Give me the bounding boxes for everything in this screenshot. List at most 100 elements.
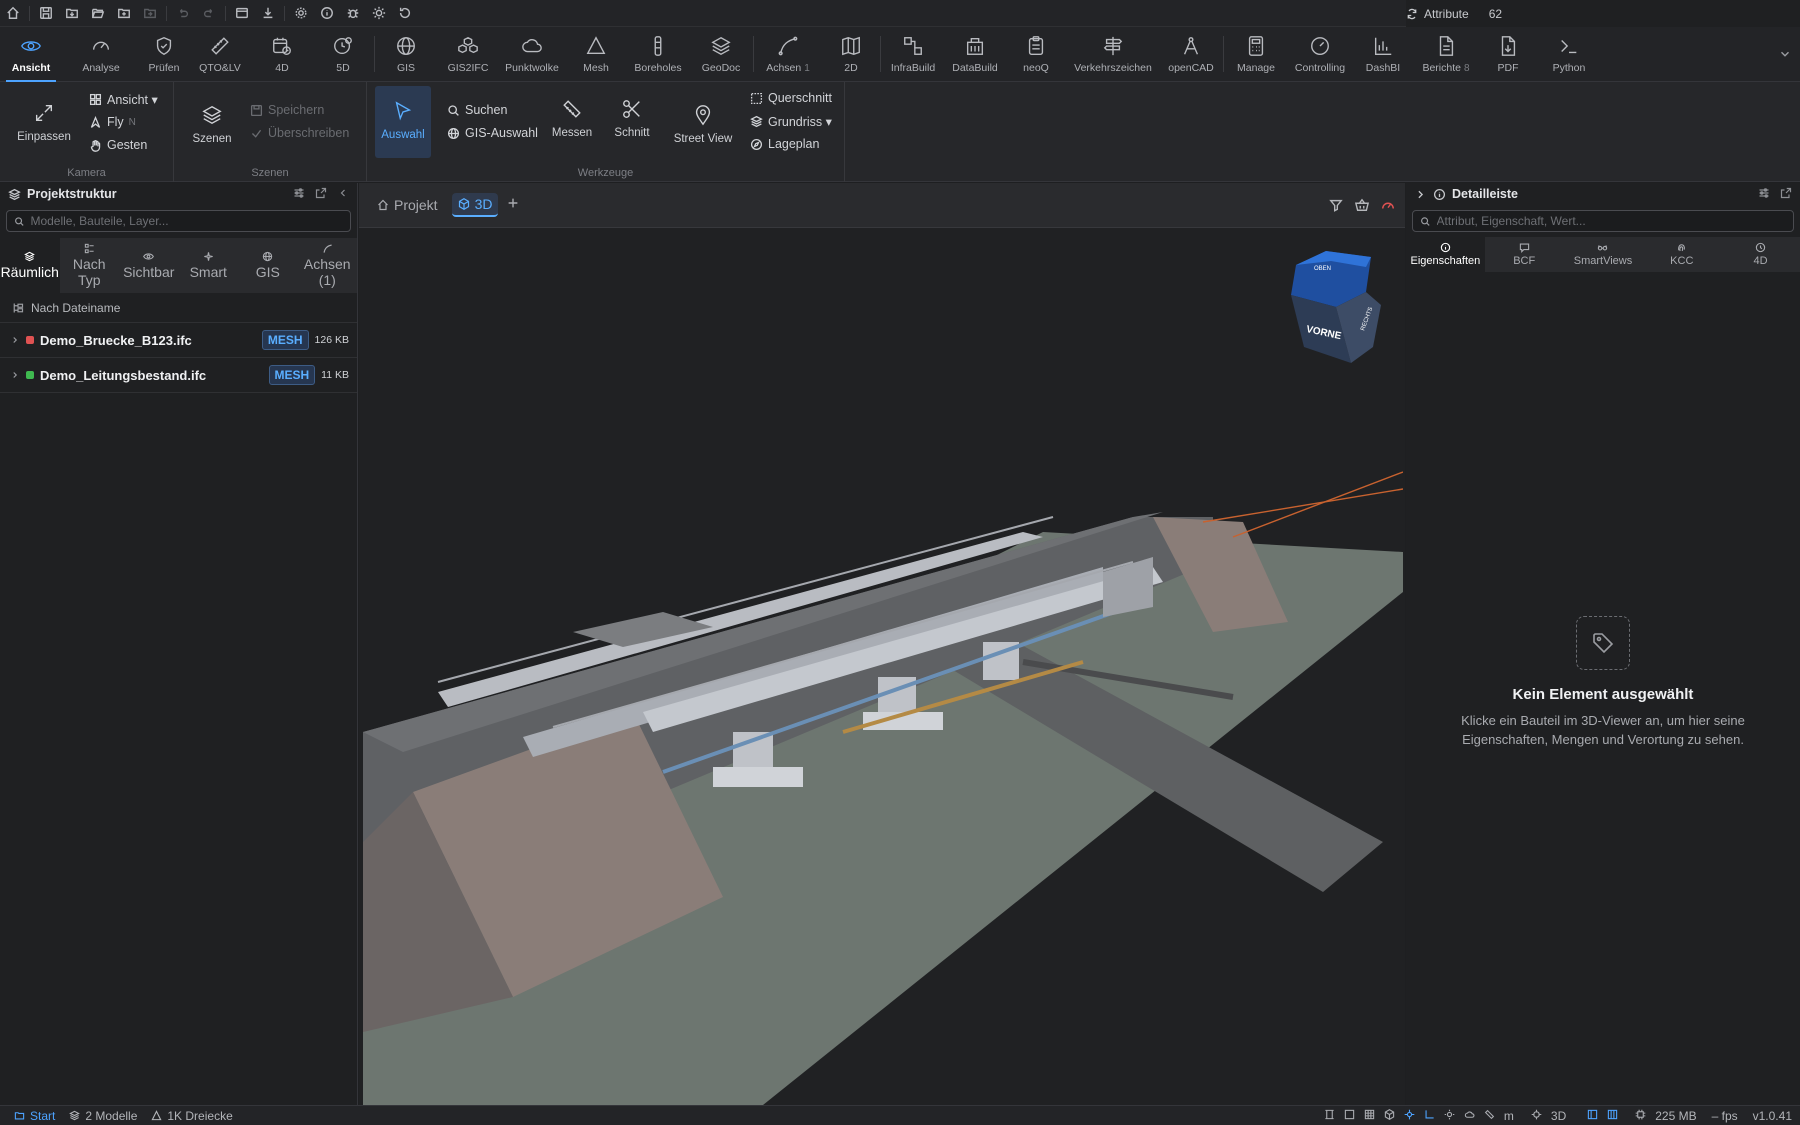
tab-smartviews[interactable]: SmartViews [1564,237,1643,272]
window-icon[interactable] [229,0,255,27]
chevron-right-icon[interactable] [10,335,20,345]
tab-nach-typ[interactable]: Nach Typ [60,238,120,293]
chevron-right-icon[interactable] [10,370,20,380]
tab-qto-lv[interactable]: QTO&LV [188,27,252,82]
tab-3d[interactable]: 3D [451,193,499,217]
tab-manage[interactable]: Manage [1224,27,1288,82]
file-row[interactable]: Demo_Leitungsbestand.ifc MESH 11 KB [0,358,357,393]
file-row[interactable]: Demo_Bruecke_B123.ifc MESH 126 KB [0,323,357,358]
3d-scene[interactable]: OBEN VORNE RECHTS [363,232,1403,1105]
tab-infrabuild[interactable]: InfraBuild [881,27,945,82]
sliders-icon[interactable] [1758,187,1770,199]
open-folder-icon[interactable] [85,0,111,27]
tab-4d[interactable]: 4D [252,27,312,82]
basket-icon[interactable] [1355,198,1369,212]
info-icon[interactable] [314,0,340,27]
folder-export-icon[interactable] [137,0,163,27]
filter-icon[interactable] [1329,198,1343,212]
tab-achsen[interactable]: Achsen 1 [754,27,822,82]
search-tool-button[interactable]: Suchen [447,103,507,117]
tab-verkehrszeichen[interactable]: Verkehrszeichen [1067,27,1159,82]
view-dropdown[interactable]: Ansicht ▾ [89,92,158,107]
site-plan-button[interactable]: Lageplan [750,137,819,151]
tab-berichte[interactable]: Berichte 8 [1414,27,1478,82]
tab-raeumlich[interactable]: Räumlich [0,238,60,293]
tab-ansicht[interactable]: Ansicht [0,27,62,82]
grid-icon[interactable] [1364,1109,1375,1123]
tab-databuild[interactable]: DataBuild [945,27,1005,82]
tab-projekt[interactable]: Projekt [371,194,444,216]
tab-5d[interactable]: 5D [312,27,374,82]
tab-geodoc[interactable]: GeoDoc [689,27,753,82]
chevron-right-icon[interactable] [1414,188,1427,201]
folder-add-icon[interactable] [111,0,137,27]
popout-icon[interactable] [315,187,327,199]
ribbon-collapse-button[interactable] [1778,47,1792,61]
tab-achsen[interactable]: Achsen (1) [298,238,358,293]
tab-pdf[interactable]: PDF [1478,27,1538,82]
tab-kcc[interactable]: KCC [1642,237,1721,272]
tab-eigenschaften[interactable]: Eigenschaften [1406,237,1485,272]
structure-search[interactable] [6,210,351,232]
ruler-icon[interactable] [1484,1109,1495,1123]
undo-icon[interactable] [170,0,196,27]
crosshair-icon[interactable] [1531,1109,1542,1123]
axis-icon[interactable] [1424,1109,1435,1123]
tab-boreholes[interactable]: Boreholes [627,27,689,82]
save-icon[interactable] [33,0,59,27]
tab-controlling[interactable]: Controlling [1288,27,1352,82]
sun-icon[interactable] [1444,1109,1455,1123]
street-view-button[interactable]: Street View [669,104,737,145]
chevron-left-icon[interactable] [337,187,349,199]
column-icon[interactable] [1324,1109,1335,1123]
reset-icon[interactable] [392,0,418,27]
snap-icon[interactable] [1404,1109,1415,1123]
tab-neoq[interactable]: neoQ [1005,27,1067,82]
cloud-icon[interactable] [1464,1109,1475,1123]
sun-icon[interactable] [366,0,392,27]
gestures-button[interactable]: Gesten [89,138,147,152]
layout-split-icon[interactable] [1607,1109,1618,1123]
sliders-icon[interactable] [293,187,305,199]
settings-icon[interactable] [288,0,314,27]
select-tool-button[interactable]: Auswahl [375,86,431,158]
scenes-button[interactable]: Szenen [186,104,238,145]
tab-analyse[interactable]: Analyse [62,27,140,82]
attribute-search-input[interactable] [1436,214,1786,228]
measure-button[interactable]: Messen [547,98,597,139]
tab-pruefen[interactable]: Prüfen [140,27,188,82]
tab-gis[interactable]: GIS [238,238,298,293]
tab-gis2ifc[interactable]: GIS2IFC [437,27,499,82]
download-icon[interactable] [255,0,281,27]
tab-opencad[interactable]: openCAD [1159,27,1223,82]
tab-4d[interactable]: 4D [1721,237,1800,272]
cut-button[interactable]: Schnitt [607,98,657,139]
navigation-cube[interactable]: OBEN VORNE RECHTS [1291,251,1381,363]
attribute-search[interactable] [1412,210,1794,232]
tab-dashbi[interactable]: DashBI [1352,27,1414,82]
fly-button[interactable]: Fly N [89,115,136,129]
home-icon[interactable] [0,0,26,27]
import-icon[interactable] [59,0,85,27]
attribute-sync[interactable]: Attribute 62 [1406,0,1800,27]
tab-mesh[interactable]: Mesh [565,27,627,82]
layout-left-icon[interactable] [1587,1109,1598,1123]
floorplan-dropdown[interactable]: Grundriss ▾ [750,114,832,129]
tab-smart[interactable]: Smart [179,238,239,293]
cross-section-button[interactable]: Querschnitt [750,91,832,105]
add-tab-button[interactable] [506,196,520,215]
overwrite-scene-button[interactable]: Überschreiben [250,126,349,140]
fit-button[interactable]: Einpassen [12,102,76,143]
structure-search-input[interactable] [30,214,343,228]
popout-icon[interactable] [1780,187,1792,199]
tab-gis[interactable]: GIS [375,27,437,82]
gis-select-button[interactable]: GIS-Auswahl [447,126,538,140]
performance-gauge-icon[interactable] [1381,198,1395,212]
redo-icon[interactable] [196,0,222,27]
group-by-selector[interactable]: Nach Dateiname [0,293,357,323]
save-scene-button[interactable]: Speichern [250,103,324,117]
tab-python[interactable]: Python [1538,27,1600,82]
start-button[interactable]: Start [14,1109,55,1123]
tab-punktwolke[interactable]: Punktwolke [499,27,565,82]
tab-bcf[interactable]: BCF [1485,237,1564,272]
